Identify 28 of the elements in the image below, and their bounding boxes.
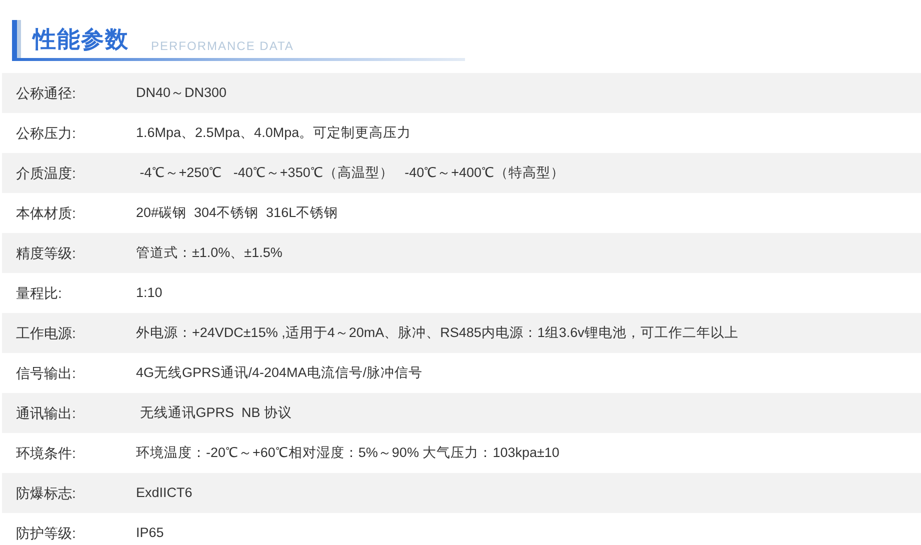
spec-label: 信号输出: [15,364,77,382]
section-title: 性能参数 [33,26,129,55]
spec-label: 介质温度: [15,164,77,182]
spec-value: 无线通讯GPRS NB 协议 [138,404,292,422]
spec-value: 管道式：±1.0%、±1.5% [136,244,282,262]
spec-value: IP65 [136,524,164,542]
spec-value: -4℃～+250℃ -40℃～+350℃（高温型） -40℃～+400℃（特高型） [138,164,565,182]
spec-value: 环境温度：-20℃～+60℃相对湿度：5%～90% 大气压力：103kpa±10 [136,444,560,462]
spec-label: 工作电源: [15,324,77,342]
spec-label: 公称压力: [15,124,77,142]
spec-value: 4G无线GPRS通讯/4-204MA电流信号/脉冲信号 [136,364,423,382]
spec-label: 环境条件: [15,444,77,462]
spec-value: 20#碳钢 304不锈钢 316L不锈钢 [136,204,338,222]
heading-accent-stripe [17,20,21,58]
section-subtitle: PERFORMANCE DATA [151,38,294,55]
spec-label: 公称通径: [15,84,77,102]
heading-accent-bar [12,20,17,58]
spec-label: 防爆标志: [15,484,77,502]
spec-label: 防护等级: [15,524,77,542]
spec-value: 1:10 [136,284,162,302]
spec-label: 通讯输出: [15,404,77,422]
spec-value: 1.6Mpa、2.5Mpa、4.0Mpa。可定制更高压力 [136,124,412,142]
spec-label: 本体材质: [15,204,77,222]
spec-label: 精度等级: [15,244,77,262]
spec-value: DN40～DN300 [136,84,227,102]
spec-value: 外电源：+24VDC±15% ,适用于4～20mA、脉冲、RS485内电源：1组3.6v锂电池，可工作二年以上 [136,324,738,342]
spec-value: ExdIICT6 [136,484,192,502]
spec-label: 量程比: [15,284,63,302]
